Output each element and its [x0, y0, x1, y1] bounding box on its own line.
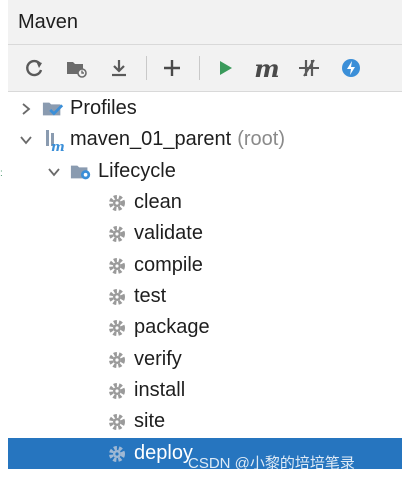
watermark: CSDN @小黎的培培笔录 [188, 455, 355, 472]
gutter-marker: : [0, 168, 3, 179]
maven-toolbar: m [8, 45, 402, 92]
toolbar-separator [146, 56, 147, 80]
goal-label: compile [134, 254, 203, 276]
goal-label: package [134, 316, 210, 338]
tree-node-label: Lifecycle [98, 160, 176, 182]
profiles-folder-icon [42, 98, 64, 120]
lifecycle-folder-icon [70, 161, 92, 183]
download-icon[interactable] [104, 53, 134, 83]
maven-project-tree: Profiles m maven_01_parent (root) Lifecy… [8, 93, 402, 485]
tool-window-title: Maven [18, 10, 79, 33]
maven-project-icon: m [42, 129, 64, 152]
gear-icon [106, 192, 128, 214]
skip-tests-icon[interactable] [294, 53, 324, 83]
gear-icon [106, 317, 128, 339]
maven-tool-window: Maven m Profiles m maven_01_parent (root… [8, 0, 402, 485]
run-icon[interactable] [210, 53, 240, 83]
goal-label: install [134, 379, 186, 401]
generate-sources-icon[interactable] [62, 53, 92, 83]
chevron-down-icon[interactable] [46, 164, 62, 180]
svg-text:m: m [51, 140, 64, 152]
gear-icon [106, 380, 128, 402]
tree-node-label: maven_01_parent [70, 128, 232, 150]
execute-goal-label: m [254, 53, 280, 83]
root-suffix: (root) [237, 128, 286, 150]
toolbar-separator [199, 56, 200, 80]
goal-label: site [134, 410, 166, 432]
tree-node-label: Profiles [70, 97, 137, 119]
tool-window-header: Maven [8, 0, 402, 45]
gear-icon [106, 255, 128, 277]
chevron-down-icon[interactable] [18, 132, 34, 148]
goal-label: validate [134, 222, 203, 244]
gear-icon [106, 411, 128, 433]
chevron-right-icon[interactable] [18, 101, 34, 117]
gear-icon [106, 286, 128, 308]
lifecycle-goal-site[interactable]: site [8, 406, 402, 437]
goal-label: test [134, 285, 167, 307]
gear-icon [106, 223, 128, 245]
goal-label: clean [134, 191, 182, 213]
goal-label: verify [134, 348, 182, 370]
lifecycle-goal-package[interactable]: package [8, 312, 402, 343]
lifecycle-goal-validate[interactable]: validate [8, 218, 402, 249]
lifecycle-goal-compile[interactable]: compile [8, 250, 402, 281]
gear-icon [106, 443, 128, 465]
tree-node-project[interactable]: m maven_01_parent (root) [8, 124, 402, 155]
add-icon[interactable] [157, 53, 187, 83]
gear-icon [106, 349, 128, 371]
execute-goal-icon[interactable]: m [252, 53, 282, 83]
lifecycle-goal-verify[interactable]: verify [8, 344, 402, 375]
reload-icon[interactable] [20, 53, 50, 83]
lifecycle-goal-clean[interactable]: clean [8, 187, 402, 218]
tree-node-lifecycle[interactable]: Lifecycle [8, 156, 402, 187]
goal-label: deploy [134, 442, 193, 464]
lifecycle-goal-install[interactable]: install [8, 375, 402, 406]
lifecycle-goal-test[interactable]: test [8, 281, 402, 312]
offline-icon[interactable] [336, 53, 366, 83]
tree-node-profiles[interactable]: Profiles [8, 93, 402, 124]
